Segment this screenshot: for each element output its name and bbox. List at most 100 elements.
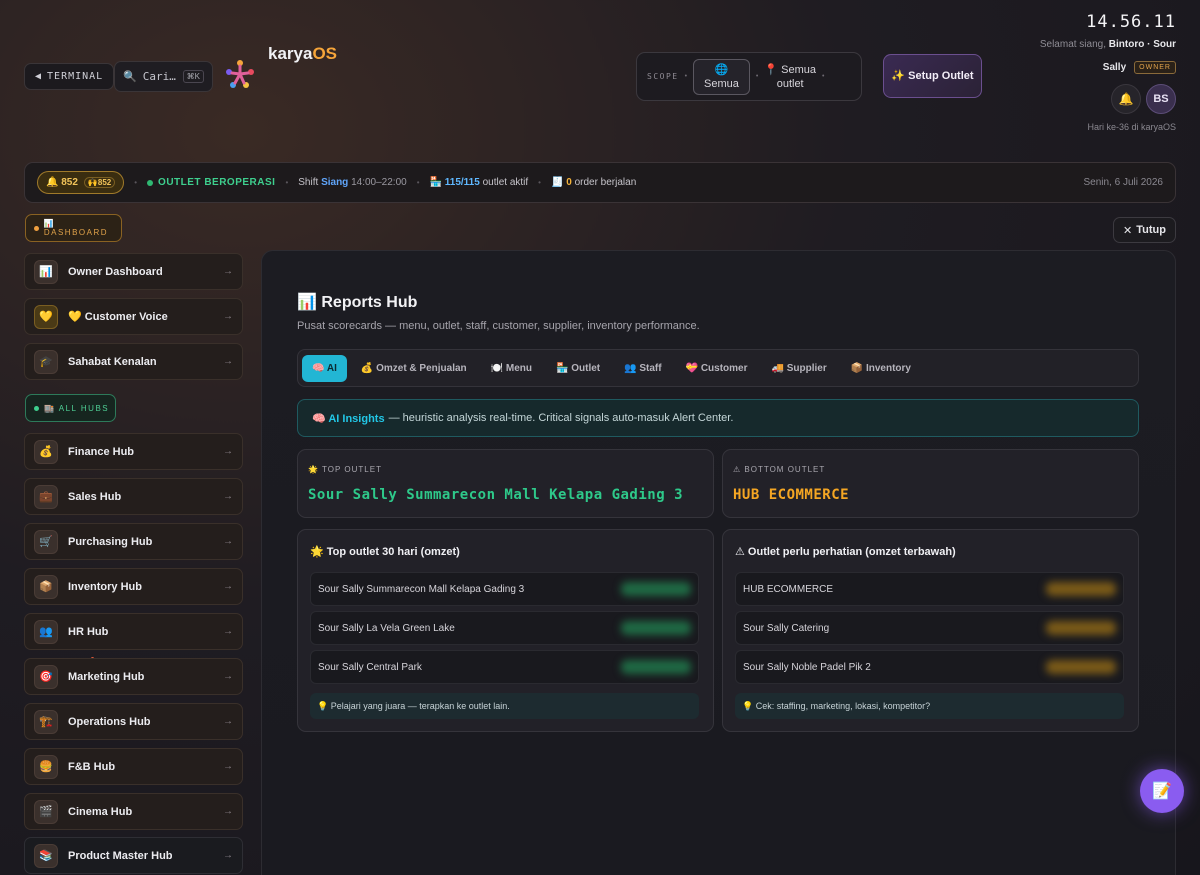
target-icon: 🎯 (34, 664, 58, 689)
heart-icon: 💛 (34, 304, 58, 329)
box-icon: 📦 (34, 574, 58, 599)
ai-insight-banner: 🧠 AI Insights — heuristic analysis real-… (297, 399, 1139, 437)
sidebar-item-marketing-hub[interactable]: 🎯 Marketing Hub → (24, 658, 243, 695)
sidebar-item-hr-hub[interactable]: 👥 HR Hub → (24, 613, 243, 650)
bottom-tip: 💡 Cek: staffing, marketing, lokasi, komp… (735, 693, 1124, 719)
setup-outlet-button[interactable]: ✨ Setup Outlet (883, 54, 982, 98)
sidebar-item-purchasing-hub[interactable]: 🛒 Purchasing Hub → (24, 523, 243, 560)
burger-icon: 🍔 (34, 754, 58, 779)
hidden-value (1046, 582, 1116, 596)
arrow-right-icon: → (223, 581, 233, 592)
tab-staff[interactable]: 👥 Staff (614, 355, 671, 382)
report-tabs: 🧠 AI 💰 Omzet & Penjualan 🍽️ Menu 🏪 Outle… (297, 349, 1139, 387)
brand-name: karyaOS (268, 44, 337, 63)
top-outlet-label: 🌟 TOP OUTLET (308, 465, 382, 474)
bottom-outlet-value: HUB ECOMMERCE (733, 487, 850, 503)
tab-inventory[interactable]: 📦 Inventory (841, 355, 921, 382)
search-input[interactable]: 🔍 Cari… ⌘K (114, 61, 213, 92)
arrow-right-icon: → (223, 266, 233, 277)
top-outlet-card: 🌟 TOP OUTLET Sour Sally Summarecon Mall … (297, 449, 714, 518)
books-icon: 📚 (34, 843, 58, 868)
arrow-right-icon: → (223, 536, 233, 547)
money-bag-icon: 💰 (34, 439, 58, 464)
page-title: 📊 Reports Hub (297, 294, 418, 311)
bottom-outlet-list-card: ⚠ Outlet perlu perhatian (omzet terbawah… (722, 529, 1139, 732)
sidebar-item-inventory-hub[interactable]: 📦 Inventory Hub → (24, 568, 243, 605)
sidebar-item-owner-dashboard[interactable]: 📊 Owner Dashboard → (24, 253, 243, 290)
arrow-right-icon: → (223, 761, 233, 772)
notification-counter[interactable]: 🔔 852 🙌852 (37, 171, 125, 194)
hidden-value (621, 621, 691, 635)
hidden-value (1046, 621, 1116, 635)
construction-icon: 🏗️ (34, 709, 58, 734)
search-icon: 🔍 (123, 71, 137, 83)
bottom-list-title: ⚠ Outlet perlu perhatian (omzet terbawah… (735, 546, 956, 558)
caret-left-icon: ◀ (35, 71, 43, 82)
scope-option-outlet[interactable]: 📍 Semua outlet (764, 63, 816, 91)
tab-customer[interactable]: 💝 Customer (676, 355, 758, 382)
terminal-button[interactable]: ◀ TERMINAL (24, 63, 115, 90)
role-badge: OWNER (1134, 61, 1176, 74)
sidebar-item-sales-hub[interactable]: 💼 Sales Hub → (24, 478, 243, 515)
user-name: Sally (1102, 62, 1127, 73)
shift-info: Shift Siang 14:00–22:00 (298, 177, 407, 188)
status-dot-icon (147, 179, 154, 186)
tab-menu[interactable]: 🍽️ Menu (481, 355, 542, 382)
notification-bell-icon[interactable]: 🔔 (1111, 84, 1141, 114)
arrow-right-icon: → (223, 671, 233, 682)
cart-icon: 🛒 (34, 529, 58, 554)
hidden-value (621, 660, 691, 674)
top-tip: 💡 Pelajari yang juara — terapkan ke outl… (310, 693, 699, 719)
list-item[interactable]: Sour Sally Central Park (310, 650, 699, 684)
sidebar-item-customer-voice[interactable]: 💛 💛 Customer Voice → (24, 298, 243, 335)
tab-omzet-penjualan[interactable]: 💰 Omzet & Penjualan (351, 355, 477, 382)
scope-option-all[interactable]: 🌐 Semua (693, 58, 750, 95)
list-item[interactable]: Sour Sally La Vela Green Lake (310, 611, 699, 645)
arrow-right-icon: → (223, 806, 233, 817)
people-icon: 👥 (34, 619, 58, 644)
clapperboard-icon: 🎬 (34, 799, 58, 824)
scope-selector: SCOPE • 🌐 Semua • 📍 Semua outlet • (636, 52, 862, 101)
close-button[interactable]: ✕ Tutup (1113, 217, 1176, 243)
top-list-title: 🌟 Top outlet 30 hari (omzet) (310, 546, 460, 558)
arrow-right-icon: → (223, 716, 233, 727)
greeting: Selamat siang, Bintoro · Sour (1039, 39, 1176, 50)
sidebar-item-sahabat-kenalan[interactable]: 🎓 Sahabat Kenalan → (24, 343, 243, 380)
clock: 14.56.11 (1086, 12, 1176, 32)
top-outlet-value: Sour Sally Summarecon Mall Kelapa Gading… (308, 487, 684, 503)
top-outlet-list-card: 🌟 Top outlet 30 hari (omzet) Sour Sally … (297, 529, 714, 732)
section-badge-all-hubs: 🏬 ALL HUBS (25, 394, 116, 422)
chart-icon: 📊 (34, 259, 58, 284)
sidebar-item-fnb-hub[interactable]: 🍔 F&B Hub → (24, 748, 243, 785)
store-icon: 🏪 (429, 177, 442, 188)
sidebar-item-product-master-hub[interactable]: 📚 Product Master Hub → (24, 837, 243, 874)
sidebar-item-cinema-hub[interactable]: 🎬 Cinema Hub → (24, 793, 243, 830)
list-item[interactable]: Sour Sally Noble Padel Pik 2 (735, 650, 1124, 684)
sidebar-item-finance-hub[interactable]: 💰 Finance Hub → (24, 433, 243, 470)
notes-fab-icon[interactable]: 📝 (1140, 769, 1184, 813)
briefcase-icon: 💼 (34, 484, 58, 509)
sidebar-item-operations-hub[interactable]: 🏗️ Operations Hub → (24, 703, 243, 740)
page-subtitle: Pusat scorecards — menu, outlet, staff, … (297, 320, 700, 332)
arrow-right-icon: → (223, 491, 233, 502)
list-item[interactable]: Sour Sally Catering (735, 611, 1124, 645)
day-info: Hari ke-36 di karyaOS (1087, 122, 1176, 132)
search-placeholder: Cari… (142, 70, 176, 83)
search-shortcut: ⌘K (182, 70, 204, 83)
tab-outlet[interactable]: 🏪 Outlet (546, 355, 610, 382)
hidden-value (1046, 660, 1116, 674)
tab-supplier[interactable]: 🚚 Supplier (762, 355, 837, 382)
receipt-icon: 🧾 (550, 177, 564, 188)
list-item[interactable]: HUB ECOMMERCE (735, 572, 1124, 606)
terminal-label: TERMINAL (47, 71, 104, 82)
list-item[interactable]: Sour Sally Summarecon Mall Kelapa Gading… (310, 572, 699, 606)
status-bar: 🔔 852 🙌852 • OUTLET BEROPERASI • Shift S… (24, 162, 1176, 203)
user-info: Sally OWNER (1103, 61, 1176, 74)
arrow-right-icon: → (223, 850, 233, 861)
bottom-outlet-label: ⚠ BOTTOM OUTLET (733, 465, 826, 474)
avatar[interactable]: BS (1146, 84, 1176, 114)
tab-ai[interactable]: 🧠 AI (302, 354, 347, 382)
scope-label: SCOPE (647, 72, 679, 81)
karyaos-logo-icon (226, 60, 254, 88)
order-count: 🧾 0 order berjalan (550, 177, 637, 188)
